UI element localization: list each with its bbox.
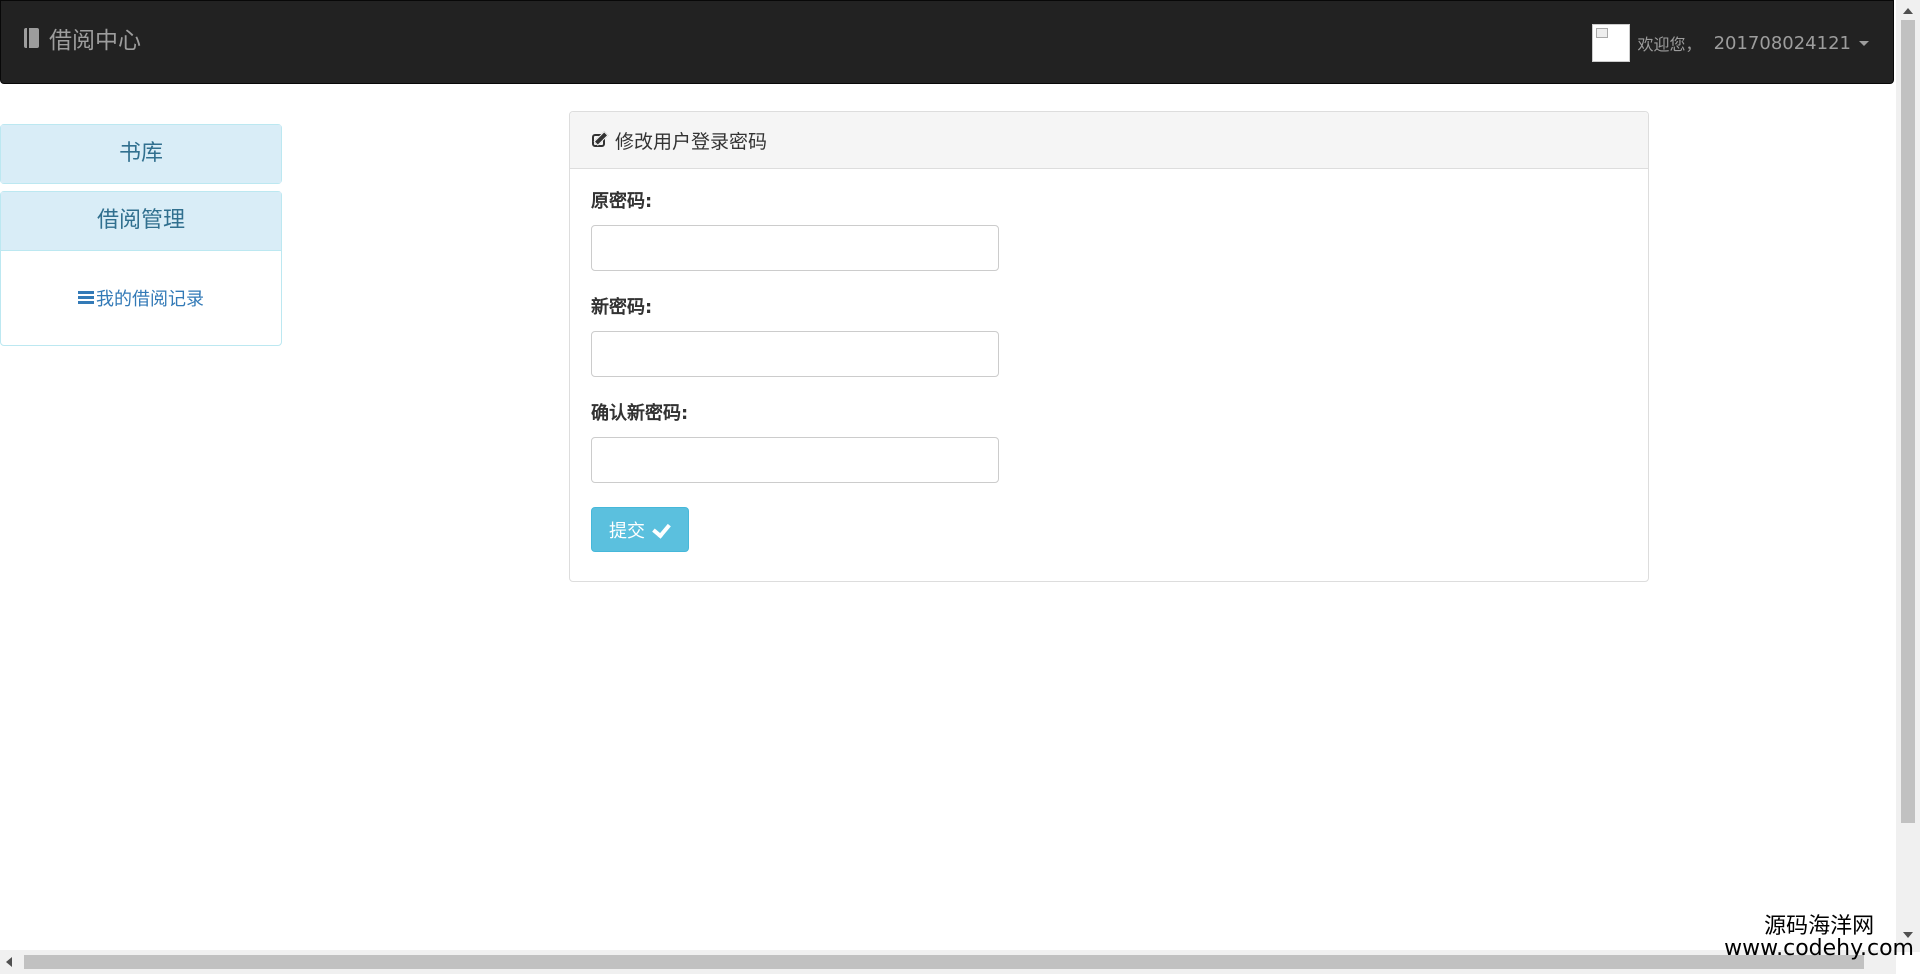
welcome-text: 欢迎您，	[1637, 35, 1702, 54]
change-password-panel: 修改用户登录密码 原密码: 新密码: 确认新密码: 提交	[569, 111, 1649, 582]
sidebar-panel-library: 书库	[0, 124, 282, 184]
watermark-line2: www.codehy.com	[1724, 936, 1914, 961]
avatar	[1591, 24, 1630, 62]
horizontal-scroll-thumb[interactable]	[24, 955, 1864, 969]
horizontal-scrollbar[interactable]	[0, 950, 1896, 974]
edit-icon	[591, 131, 609, 149]
brand-title: 借阅中心	[49, 28, 141, 54]
vertical-scrollbar[interactable]	[1896, 0, 1920, 952]
caret-down-icon[interactable]	[1859, 40, 1869, 46]
sidebar-link-label[interactable]: 我的借阅记录	[96, 285, 204, 311]
new-password-input[interactable]	[591, 331, 999, 377]
scroll-up-icon[interactable]	[1903, 8, 1913, 14]
list-icon	[78, 290, 94, 306]
old-password-label: 原密码:	[591, 191, 653, 212]
submit-button[interactable]: 提交	[591, 507, 689, 552]
brand[interactable]: 借阅中心	[23, 21, 141, 55]
sidebar-item-library[interactable]: 书库	[1, 125, 281, 183]
check-icon	[651, 521, 671, 539]
new-password-label: 新密码:	[591, 297, 653, 318]
sidebar-item-borrow-management[interactable]: 借阅管理	[1, 192, 281, 251]
book-icon	[23, 27, 41, 49]
sidebar-panel-borrow: 借阅管理 我的借阅记录	[0, 191, 282, 346]
user-menu[interactable]: 欢迎您， 201708024121	[1591, 23, 1869, 63]
watermark-line1: 源码海洋网	[1764, 914, 1875, 939]
panel-header: 修改用户登录密码	[570, 112, 1648, 169]
submit-label: 提交	[609, 520, 645, 542]
scroll-left-icon[interactable]	[6, 957, 12, 967]
vertical-scroll-thumb[interactable]	[1901, 20, 1915, 823]
confirm-password-label: 确认新密码:	[591, 403, 689, 424]
panel-title: 修改用户登录密码	[615, 130, 768, 153]
watermark: 源码海洋网 www.codehy.com	[1724, 916, 1914, 960]
old-password-input[interactable]	[591, 225, 999, 271]
password-form: 原密码: 新密码: 确认新密码: 提交	[570, 169, 1648, 572]
sidebar-link-my-borrow-records[interactable]: 我的借阅记录	[1, 285, 281, 311]
confirm-password-input[interactable]	[591, 437, 999, 483]
top-navbar: 借阅中心 欢迎您， 201708024121	[0, 0, 1894, 84]
username[interactable]: 201708024121	[1714, 33, 1851, 54]
